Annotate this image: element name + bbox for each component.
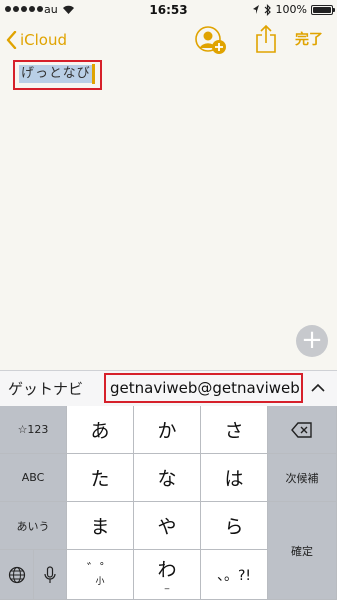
- key-kana[interactable]: あいう: [0, 502, 67, 550]
- key-a[interactable]: あ: [67, 406, 134, 454]
- candidate-item-label: getnaviweb@getnaviweb: [110, 379, 300, 397]
- candidate-bar: ゲットナビ getnaviweb@getnaviweb: [0, 370, 337, 406]
- microphone-icon: [44, 565, 56, 583]
- key-ta[interactable]: た: [67, 454, 134, 502]
- key-ha[interactable]: は: [201, 454, 268, 502]
- highlight-box: [13, 60, 102, 90]
- key-label: ま: [90, 516, 110, 538]
- key-punctuation[interactable]: 、。?!: [201, 550, 268, 600]
- keyboard: ☆123 あ か さ ABC た な は 次候補 あいう ま や ら 確定 ゛゜…: [0, 406, 337, 600]
- back-button-label: iCloud: [20, 31, 68, 49]
- chevron-up-icon[interactable]: [310, 380, 326, 396]
- delete-key[interactable]: [268, 406, 337, 454]
- candidate-item-highlighted[interactable]: getnaviweb@getnaviweb: [104, 373, 303, 403]
- key-label: 、。?!: [216, 567, 252, 584]
- add-person-icon[interactable]: [194, 24, 228, 56]
- key-label: は: [224, 468, 244, 490]
- next-candidate-key[interactable]: 次候補: [268, 454, 337, 502]
- key-ya[interactable]: や: [134, 502, 201, 550]
- key-sublabel: _: [164, 579, 170, 590]
- key-label: ☆123: [17, 423, 49, 436]
- candidate-item[interactable]: ゲットナビ: [8, 378, 83, 399]
- key-wa[interactable]: わ _: [134, 550, 201, 600]
- battery-percent: 100%: [275, 3, 307, 16]
- key-label: あ: [90, 420, 110, 442]
- key-dakuten[interactable]: ゛゜ 小: [67, 550, 134, 600]
- chevron-left-icon: [6, 31, 17, 49]
- plus-icon[interactable]: +: [296, 325, 328, 357]
- note-body[interactable]: げっとなび +: [0, 60, 337, 370]
- done-button[interactable]: 完了: [295, 29, 323, 49]
- key-label: ゛゜: [86, 561, 113, 577]
- key-ka[interactable]: か: [134, 406, 201, 454]
- key-na[interactable]: な: [134, 454, 201, 502]
- key-label: か: [157, 420, 177, 442]
- key-label: ら: [224, 516, 244, 538]
- back-button[interactable]: iCloud: [6, 27, 67, 53]
- key-numbers[interactable]: ☆123: [0, 406, 67, 454]
- key-label: さ: [224, 420, 244, 442]
- key-label: ABC: [21, 471, 45, 484]
- confirm-key[interactable]: 確定: [268, 502, 337, 600]
- key-ra[interactable]: ら: [201, 502, 268, 550]
- key-ma[interactable]: ま: [67, 502, 134, 550]
- key-sublabel: 小: [95, 576, 105, 587]
- key-abc[interactable]: ABC: [0, 454, 67, 502]
- key-label: や: [157, 516, 177, 538]
- microphone-key[interactable]: [34, 550, 67, 600]
- status-bar: au 16:53 100%: [0, 0, 337, 20]
- key-label: な: [157, 468, 177, 490]
- navigation-bar: iCloud 完了: [0, 20, 337, 60]
- globe-key[interactable]: [0, 550, 34, 600]
- key-label: 確定: [291, 544, 313, 558]
- battery-icon: [311, 4, 335, 15]
- key-label: 次候補: [285, 471, 319, 485]
- share-icon[interactable]: [254, 24, 278, 54]
- bluetooth-icon: [264, 3, 271, 16]
- globe-icon: [8, 566, 25, 583]
- key-label: あいう: [16, 519, 50, 533]
- backspace-icon: [291, 421, 312, 438]
- key-sa[interactable]: さ: [201, 406, 268, 454]
- key-label: た: [90, 468, 110, 490]
- key-label: わ: [157, 558, 177, 581]
- location-icon: [252, 5, 259, 14]
